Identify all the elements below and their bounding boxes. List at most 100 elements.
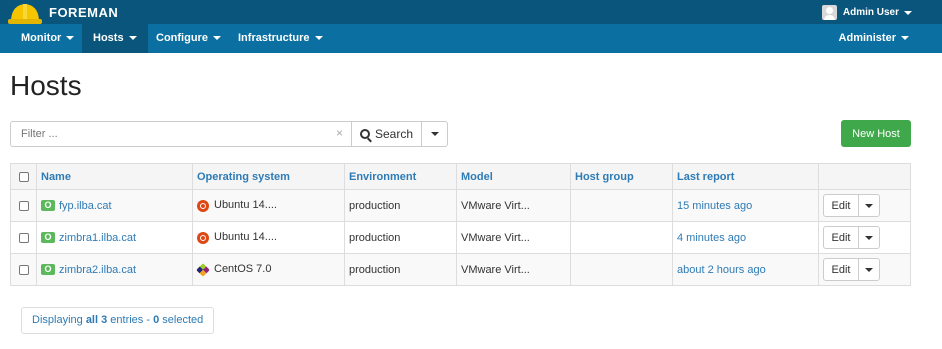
clear-icon[interactable]: × [336,126,343,140]
os-cell: CentOS 7.0 [192,253,345,286]
edit-button[interactable]: Edit [823,226,859,249]
edit-button[interactable]: Edit [823,258,859,281]
edit-button[interactable]: Edit [823,194,859,217]
header-hostgroup[interactable]: Host group [570,163,673,190]
nav-monitor[interactable]: Monitor [10,24,85,53]
os-cell: Ubuntu 14.... [192,221,345,254]
last-report-cell: 4 minutes ago [672,221,819,254]
ubuntu-icon [197,231,209,244]
last-report-cell: 15 minutes ago [672,189,819,222]
nav-hosts[interactable]: Hosts [82,24,148,53]
environment-cell: production [344,189,457,222]
pagination-middle: entries - [107,314,154,326]
nav-configure[interactable]: Configure [145,24,232,53]
last-report-link[interactable]: 15 minutes ago [677,200,752,212]
chevron-down-icon [904,10,912,15]
ubuntu-icon [197,199,209,212]
user-name: Admin User [842,7,899,18]
status-badge: O [41,264,55,276]
user-menu[interactable]: Admin User [821,5,912,20]
nav-infrastructure[interactable]: Infrastructure [227,24,334,53]
environment-cell: production [344,221,457,254]
edit-button-group: Edit [823,226,880,249]
hosts-table: Name Operating system Environment Model … [10,163,911,286]
search-icon [359,129,370,139]
table-row: Ozimbra1.ilba.cat Ubuntu 14.... producti… [10,221,911,254]
status-badge: O [41,232,55,244]
select-all-checkbox[interactable] [18,171,29,182]
host-link[interactable]: zimbra1.ilba.cat [59,232,136,244]
table-row: Ofyp.ilba.cat Ubuntu 14.... production V… [10,189,911,222]
status-badge: O [41,200,55,212]
row-checkbox[interactable] [18,264,29,275]
header-name[interactable]: Name [36,163,193,190]
host-name-cell: Ofyp.ilba.cat [36,189,193,222]
brand-name[interactable]: FOREMAN [49,5,118,20]
row-checkbox[interactable] [18,232,29,243]
header-model[interactable]: Model [456,163,571,190]
search-button[interactable]: Search [351,121,422,147]
model-cell: VMware Virt... [456,253,571,286]
hostgroup-cell [570,221,673,254]
chevron-down-icon [865,203,873,208]
chevron-down-icon [128,36,137,41]
row-actions-dropdown[interactable] [859,258,880,281]
main-nav: Monitor Hosts Configure Infrastructure A… [0,24,942,53]
chevron-down-icon [865,267,873,272]
bookmarks-dropdown-button[interactable] [421,121,448,147]
chevron-down-icon [901,36,909,41]
last-report-cell: about 2 hours ago [672,253,819,286]
host-link[interactable]: fyp.ilba.cat [59,200,112,212]
nav-item-label: Monitor [21,32,62,44]
table-row: Ozimbra2.ilba.cat CentOS 7.0 production … [10,253,911,286]
select-all-cell [10,163,37,190]
nav-item-label: Configure [156,32,208,44]
last-report-link[interactable]: about 2 hours ago [677,264,766,276]
row-actions-dropdown[interactable] [859,226,880,249]
search-input[interactable] [10,121,352,147]
top-bar: FOREMAN Admin User [0,0,942,24]
hostgroup-cell [570,253,673,286]
row-select-cell [10,189,37,222]
table-header-row: Name Operating system Environment Model … [10,163,911,190]
host-name-cell: Ozimbra1.ilba.cat [36,221,193,254]
host-link[interactable]: zimbra2.ilba.cat [59,264,136,276]
pagination-all[interactable]: all 3 [86,314,107,326]
chevron-down-icon [66,36,75,41]
nav-item-label: Hosts [93,32,124,44]
header-environment[interactable]: Environment [344,163,457,190]
nav-item-label: Infrastructure [238,32,310,44]
model-cell: VMware Virt... [456,189,571,222]
centos-icon [196,262,210,277]
nav-item-label: Administer [838,32,896,44]
header-last-report[interactable]: Last report [672,163,819,190]
actions-cell: Edit [818,253,911,286]
page-title: Hosts [10,70,82,101]
actions-cell: Edit [818,189,911,222]
chevron-down-icon [314,36,323,41]
pagination-suffix: selected [159,314,204,326]
avatar [821,5,837,20]
edit-button-group: Edit [823,258,880,281]
chevron-down-icon [865,235,873,240]
row-actions-dropdown[interactable] [859,194,880,217]
actions-cell: Edit [818,221,911,254]
chevron-down-icon [430,132,439,136]
edit-button-group: Edit [823,194,880,217]
last-report-link[interactable]: 4 minutes ago [677,232,746,244]
new-host-button[interactable]: New Host [841,120,911,147]
header-os[interactable]: Operating system [192,163,345,190]
os-cell: Ubuntu 14.... [192,189,345,222]
chevron-down-icon [212,36,221,41]
os-name: Ubuntu 14.... [214,199,277,212]
hostgroup-cell [570,189,673,222]
row-checkbox[interactable] [18,200,29,211]
model-cell: VMware Virt... [456,221,571,254]
nav-administer[interactable]: Administer [828,24,920,53]
os-name: CentOS 7.0 [214,263,272,276]
os-name: Ubuntu 14.... [214,231,277,244]
row-select-cell [10,221,37,254]
host-name-cell: Ozimbra2.ilba.cat [36,253,193,286]
row-select-cell [10,253,37,286]
header-actions [818,163,911,190]
